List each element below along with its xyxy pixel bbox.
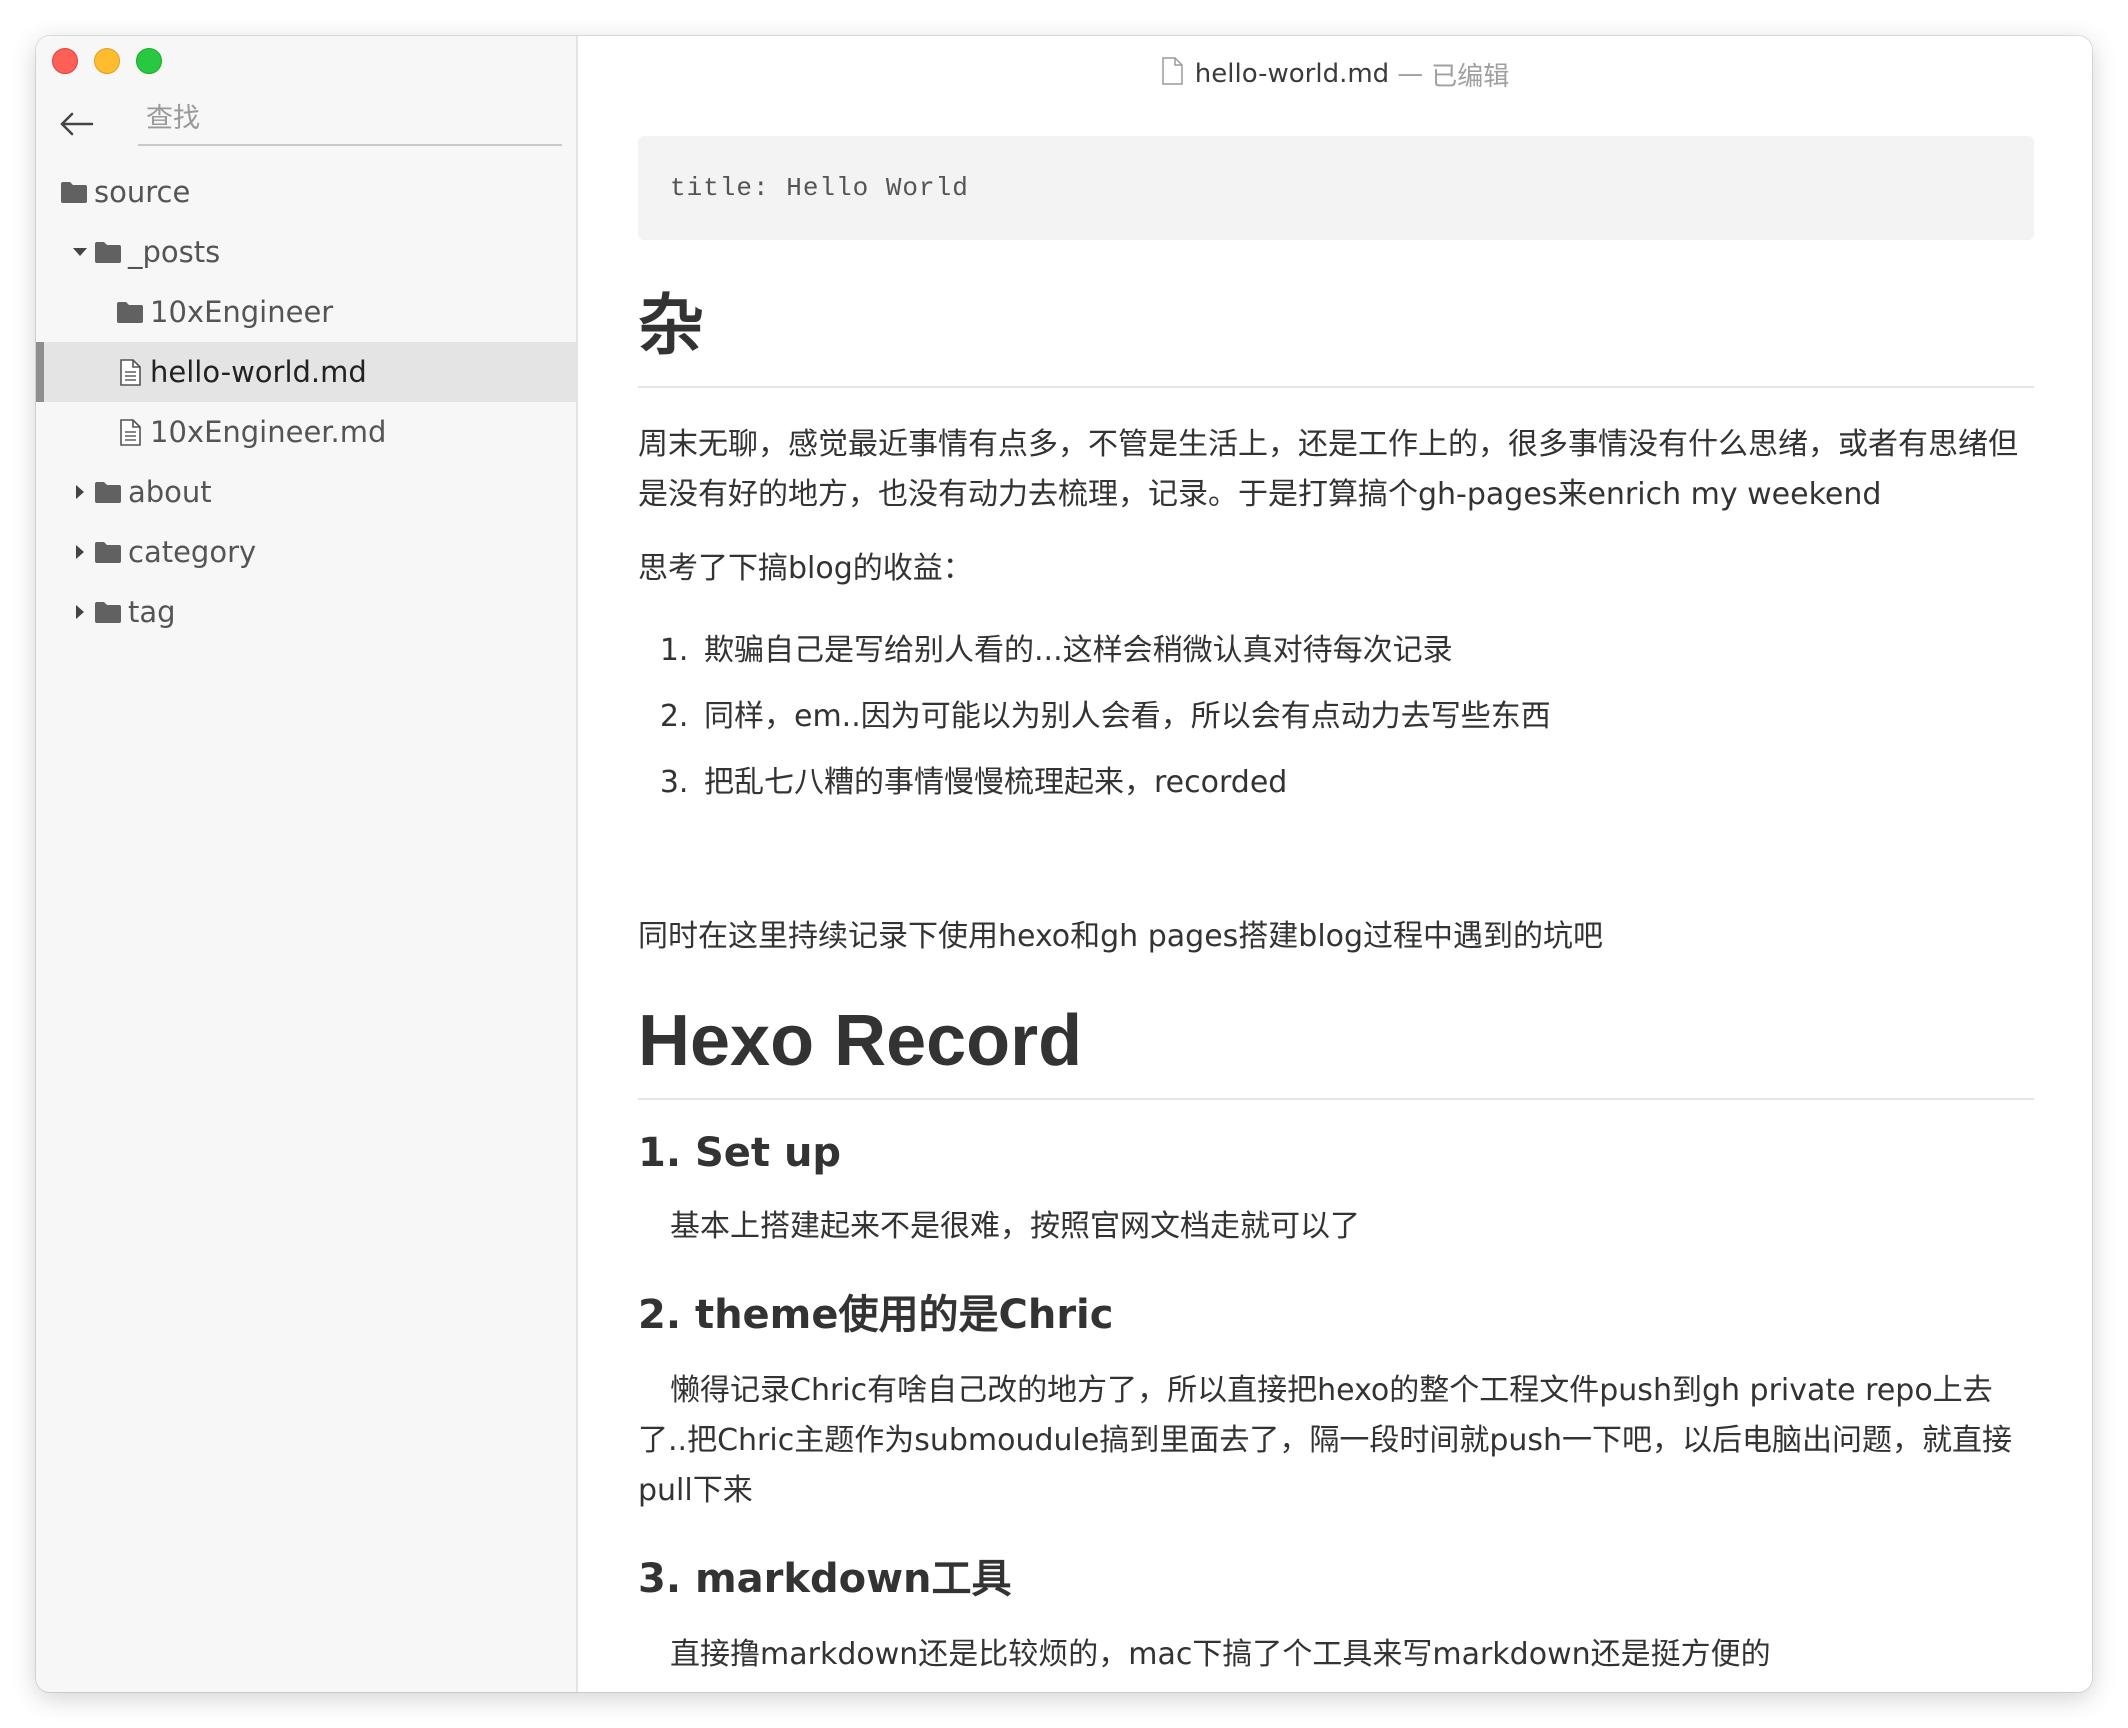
- tree-item-source[interactable]: source: [36, 162, 576, 222]
- chevron-down-icon[interactable]: [72, 242, 88, 262]
- heading-theme: 2. theme使用的是Chric: [638, 1292, 1114, 1338]
- paragraph-setup: 基本上搭建起来不是很难，按照官网文档走就可以了: [670, 1209, 1360, 1244]
- document-icon: [1161, 56, 1183, 92]
- tree-item-label: 10xEngineer.md: [150, 415, 387, 449]
- paragraph-intro: 周末无聊，感觉最近事情有点多，不管是生活上，还是工作上的，很多事情没有什么思绪，…: [638, 427, 2018, 512]
- chevron-right-icon[interactable]: [72, 482, 88, 502]
- folder-icon: [94, 538, 122, 566]
- paragraph-markdown: 直接撸markdown还是比较烦的，mac下搞了个工具来写markdown还是挺…: [670, 1637, 1771, 1672]
- close-window-button[interactable]: [52, 48, 78, 74]
- tree-item-label: 10xEngineer: [150, 295, 334, 329]
- back-arrow-icon[interactable]: [56, 104, 96, 144]
- list-item: 把乱七八糟的事情慢慢梳理起来，recorded: [698, 750, 2034, 816]
- tree-item-label: tag: [128, 595, 176, 629]
- heading-markdown: 3. markdown工具: [638, 1556, 1012, 1602]
- tree-item-category[interactable]: category: [36, 522, 576, 582]
- list-item: 同样，em..因为可能以为别人会看，所以会有点动力去写些东西: [698, 684, 2034, 750]
- title-separator: —: [1397, 59, 1424, 89]
- tree-item-label: category: [128, 535, 257, 569]
- file-icon: [116, 418, 144, 446]
- tree-item-hello-world-md[interactable]: hello-world.md: [36, 342, 576, 402]
- file-tree: source _posts 10xEngineer hello-world.md 10x…: [36, 162, 576, 642]
- folder-icon: [60, 178, 88, 206]
- paragraph-theme: 懒得记录Chric有啥自己改的地方了，所以直接把hexo的整个工程文件push到…: [638, 1373, 2013, 1508]
- heading-setup: 1. Set up: [638, 1130, 842, 1176]
- search-input[interactable]: [138, 92, 562, 146]
- tree-item-label: about: [128, 475, 212, 509]
- folder-icon: [94, 238, 122, 266]
- folder-icon: [94, 478, 122, 506]
- editor-pane[interactable]: hello-world.md — 已编辑 title: Hello World …: [578, 36, 2092, 1692]
- tree-item-posts[interactable]: _posts: [36, 222, 576, 282]
- heading-za: 杂: [638, 240, 2034, 388]
- folder-icon: [94, 598, 122, 626]
- document-content[interactable]: title: Hello World 杂 周末无聊，感觉最近事情有点多，不管是生…: [638, 136, 2034, 1680]
- chevron-right-icon[interactable]: [72, 542, 88, 562]
- benefits-list: 欺骗自己是写给别人看的...这样会稍微认真对待每次记录 同样，em..因为可能以…: [638, 618, 2034, 816]
- paragraph-record: 同时在这里持续记录下使用hexo和gh pages搭建blog过程中遇到的坑吧: [638, 919, 1604, 954]
- tree-item-label: hello-world.md: [150, 355, 367, 389]
- paragraph-benefits: 思考了下搞blog的收益：: [638, 551, 973, 586]
- sidebar: source _posts 10xEngineer hello-world.md 10x…: [36, 36, 578, 1692]
- traffic-lights: [52, 48, 162, 74]
- front-matter-text: title: Hello World: [670, 173, 969, 203]
- folder-icon: [116, 298, 144, 326]
- edited-status: 已编辑: [1431, 61, 1510, 92]
- tree-item-label: _posts: [128, 235, 221, 269]
- window-title: hello-world.md: [1194, 59, 1390, 89]
- front-matter-block[interactable]: title: Hello World: [638, 136, 2034, 240]
- window-titlebar: hello-world.md — 已编辑: [578, 54, 2092, 94]
- file-icon: [116, 358, 144, 386]
- tree-item-about[interactable]: about: [36, 462, 576, 522]
- list-item: 欺骗自己是写给别人看的...这样会稍微认真对待每次记录: [698, 618, 2034, 684]
- tree-item-10xengineer[interactable]: 10xEngineer: [36, 282, 576, 342]
- tree-item-10xengineer-md[interactable]: 10xEngineer.md: [36, 402, 576, 462]
- minimize-window-button[interactable]: [94, 48, 120, 74]
- search-row: [56, 92, 562, 150]
- zoom-window-button[interactable]: [136, 48, 162, 74]
- tree-item-label: source: [94, 175, 191, 209]
- tree-item-tag[interactable]: tag: [36, 582, 576, 642]
- app-window: source _posts 10xEngineer hello-world.md 10x…: [36, 36, 2092, 1692]
- heading-hexo-record: Hexo Record: [638, 962, 2034, 1100]
- chevron-right-icon[interactable]: [72, 602, 88, 622]
